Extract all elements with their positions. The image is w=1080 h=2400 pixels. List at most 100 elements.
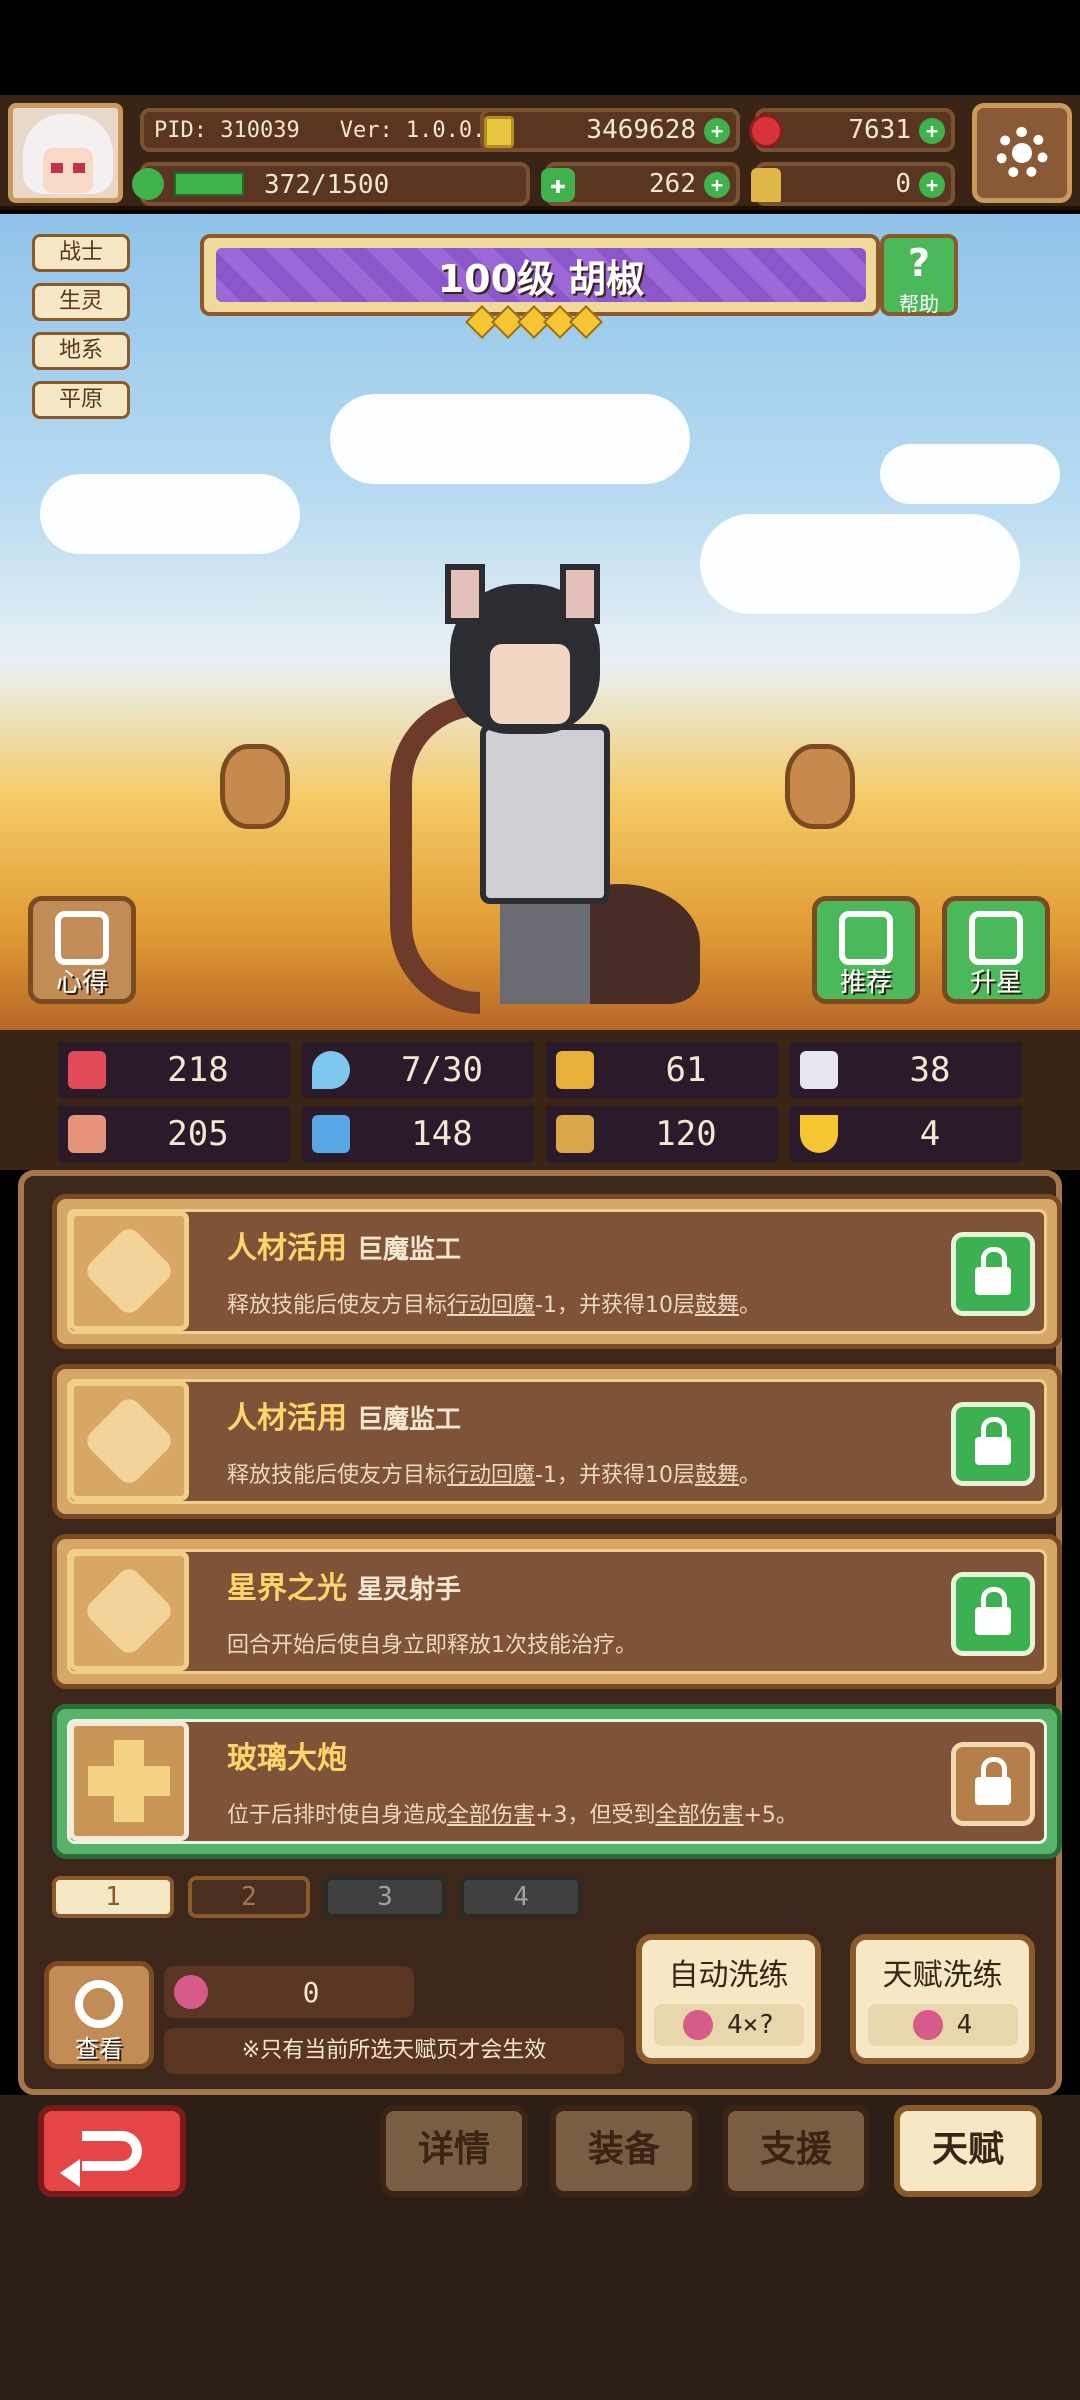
talent-card[interactable]: 星界之光 星灵射手 回合开始后使自身立即释放1次技能治疗。: [52, 1534, 1062, 1689]
star-icon: [69, 1381, 189, 1501]
lock-button[interactable]: [951, 1402, 1035, 1486]
add-key-button[interactable]: +: [919, 172, 945, 198]
question-icon: ?: [907, 241, 931, 285]
potion-value: 0: [302, 1975, 320, 2009]
lock-icon: [975, 1587, 1011, 1635]
desc-text: -1，并获得10层: [535, 1463, 695, 1488]
talent-title: 人材活用 巨魔监工: [227, 1223, 461, 1267]
hero-name: 100级 胡椒: [216, 248, 866, 302]
desc-text: 。: [738, 1293, 761, 1318]
wing-icon: [800, 1051, 838, 1089]
tab-support[interactable]: 支援: [722, 2105, 870, 2197]
star-up-button[interactable]: 升星: [942, 896, 1050, 1004]
desc-text: +3，但受到: [535, 1803, 656, 1828]
mana-value: 7/30: [401, 1050, 483, 1090]
lock-button[interactable]: [951, 1232, 1035, 1316]
view-button[interactable]: 查看: [44, 1961, 154, 2069]
talent-name: 星界之光: [227, 1571, 347, 1606]
gear-icon: [996, 127, 1048, 179]
add-gem-button[interactable]: +: [919, 118, 945, 144]
hero-ear: [445, 564, 485, 624]
tab-details[interactable]: 详情: [380, 2105, 528, 2197]
talent-wash-button[interactable]: 天赋洗练 4: [850, 1934, 1035, 2064]
keyword-link[interactable]: 全部伤害: [447, 1803, 535, 1828]
talent-wash-label: 天赋洗练: [882, 1958, 1003, 1993]
back-button[interactable]: [38, 2105, 186, 2197]
talent-card-selected[interactable]: 玻璃大炮 位于后排时使自身造成全部伤害+3，但受到全部伤害+5。: [52, 1704, 1062, 1859]
xp-value: 372/1500: [264, 170, 390, 200]
talent-title: 人材活用 巨魔监工: [227, 1393, 461, 1437]
keyword-link[interactable]: 全部伤害: [655, 1803, 743, 1828]
auto-wash-cost-value: 4×?: [727, 2010, 774, 2040]
player-avatar[interactable]: [8, 103, 123, 203]
cloud: [330, 394, 690, 484]
hero-tag[interactable]: 战士: [32, 234, 130, 272]
coin-icon: [484, 116, 514, 148]
hero-tag[interactable]: 平原: [32, 381, 130, 419]
stat-attack: 205: [58, 1106, 290, 1162]
auto-wash-cost: 4×?: [653, 2004, 804, 2046]
talent-page-tab-2[interactable]: 2: [188, 1876, 310, 1918]
settings-button[interactable]: [972, 103, 1072, 203]
potion-icon: [174, 1975, 208, 2009]
add-clover-button[interactable]: +: [704, 172, 730, 198]
talent-title: 玻璃大炮: [227, 1733, 347, 1777]
keyword-link[interactable]: 鼓舞: [695, 1463, 739, 1488]
key-counter: 0 +: [751, 162, 955, 206]
star-icon: [569, 305, 603, 339]
gold-counter: 3469628 +: [480, 108, 740, 152]
shield-icon: [556, 1051, 594, 1089]
keyword-link[interactable]: 行动回魔: [447, 1293, 535, 1318]
help-label: 帮助: [899, 292, 939, 316]
add-gold-button[interactable]: +: [704, 118, 730, 144]
hero-tag[interactable]: 地系: [32, 332, 130, 370]
cloud: [40, 474, 300, 554]
clover-icon: ✚: [541, 168, 575, 202]
left-rune-stone[interactable]: [220, 744, 290, 829]
hero-ear: [560, 564, 600, 624]
back-arrow-icon: [60, 2131, 142, 2187]
hero-face: [490, 644, 570, 724]
auto-wash-button[interactable]: 自动洗练 4×?: [636, 1934, 821, 2064]
right-rune-stone[interactable]: [785, 744, 855, 829]
hero-tag[interactable]: 生灵: [32, 283, 130, 321]
book-icon: [312, 1115, 350, 1153]
star-icon: [69, 1551, 189, 1671]
cross-icon: [69, 1721, 189, 1841]
recommend-label: 推荐: [839, 968, 892, 998]
hp-value: 218: [167, 1050, 229, 1090]
fist-icon: [68, 1115, 106, 1153]
talent-note: ※只有当前所选天赋页才会生效: [164, 2028, 624, 2074]
talent-desc: 位于后排时使自身造成全部伤害+3，但受到全部伤害+5。: [227, 1797, 798, 1829]
bottom-nav: 详情 装备 支援 天赋: [0, 2095, 1080, 2400]
luck-value: 4: [919, 1114, 941, 1154]
talent-wash-cost: 4: [867, 2004, 1018, 2046]
talent-card[interactable]: 人材活用 巨魔监工 释放技能后使友方目标行动回魔-1，并获得10层鼓舞。: [52, 1364, 1062, 1519]
stat-mana: 7/30: [302, 1042, 534, 1098]
view-label: 查看: [75, 2035, 123, 2063]
keyword-link[interactable]: 鼓舞: [695, 1293, 739, 1318]
talent-page-tab-3[interactable]: 3: [324, 1876, 446, 1918]
cloud: [700, 514, 1020, 614]
tab-equipment[interactable]: 装备: [550, 2105, 698, 2197]
heart-icon: [68, 1051, 106, 1089]
tab-talent[interactable]: 天赋: [894, 2105, 1042, 2197]
recommend-button[interactable]: 推荐: [812, 896, 920, 1004]
scroll-icon: [55, 911, 109, 965]
hero-bow: [390, 694, 480, 1014]
insight-button[interactable]: 心得: [28, 896, 136, 1004]
keyword-link[interactable]: 行动回魔: [447, 1463, 535, 1488]
hero-tags: 战士 生灵 地系 平原: [32, 234, 130, 430]
lock-button[interactable]: [951, 1572, 1035, 1656]
unlock-button[interactable]: [951, 1742, 1035, 1826]
desc-text: 位于后排时使自身造成: [227, 1803, 448, 1828]
talent-page-tab-4[interactable]: 4: [460, 1876, 582, 1918]
gold-value: 3469628: [586, 115, 696, 145]
stat-defense: 61: [546, 1042, 778, 1098]
talent-page-tab-1[interactable]: 1: [52, 1876, 174, 1918]
star-up-label: 升星: [969, 968, 1022, 998]
potion-icon: [912, 2010, 943, 2040]
talent-card[interactable]: 人材活用 巨魔监工 释放技能后使友方目标行动回魔-1，并获得10层鼓舞。: [52, 1194, 1062, 1349]
help-button[interactable]: ? 帮助: [880, 234, 958, 316]
key-value: 0: [895, 169, 911, 199]
